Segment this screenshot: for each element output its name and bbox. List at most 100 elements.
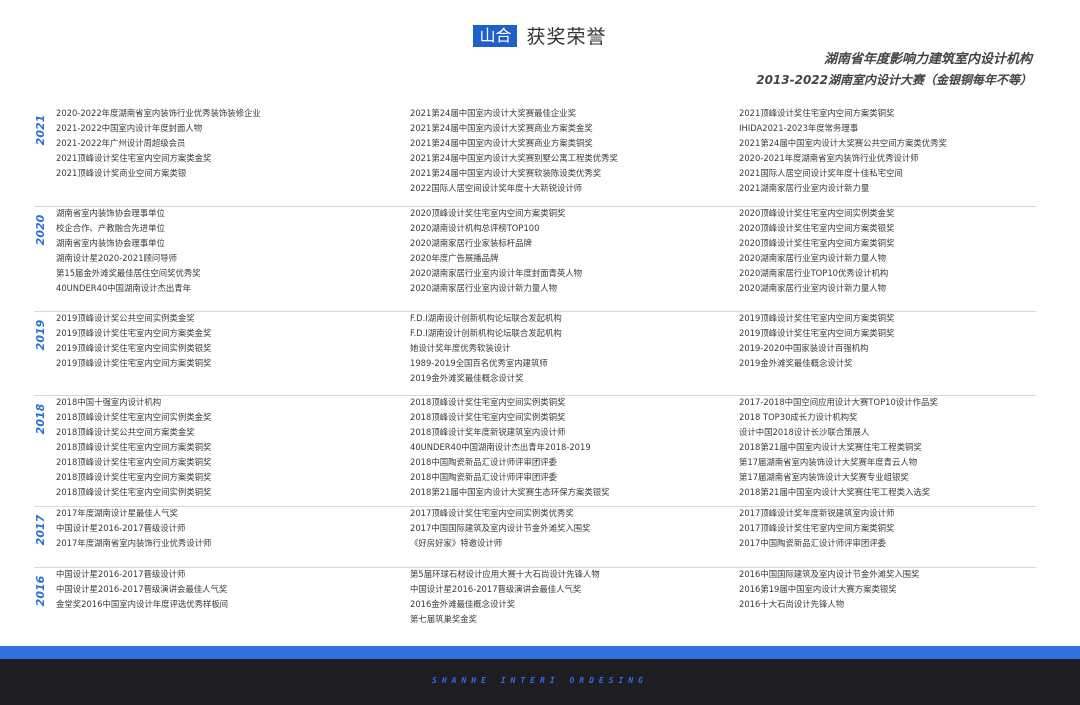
award-item: 2018中国陶瓷新品汇设计师评审团评委 [410,472,557,482]
award-item: 设计中国2018设计长沙联合策展人 [739,427,870,437]
award-column-1: 2019顶峰设计奖公共空间实例类金奖 2019顶峰设计奖住宅室内空间方案类金奖 20… [56,311,396,371]
award-item: 2018顶峰设计奖住宅室内空间方案类铜奖 [56,457,212,467]
award-item: 2022国际人居空间设计奖年度十大新锐设计师 [410,183,583,193]
year-section-2019: 2019 2019顶峰设计奖公共空间实例类金奖 2019顶峰设计奖住宅室内空间方案类… [34,311,1036,396]
award-item: 2017顶峰设计奖住宅室内空间实例类优秀奖 [410,508,574,518]
award-item: 湖南设计星2020-2021顾问导师 [56,253,178,263]
award-item: IHIDA2021-2023年度常务理事 [739,123,859,133]
award-item: 2017中国国际建筑及室内设计节金外滩奖入围奖 [410,523,591,533]
award-item: 2018第21届中国室内设计大奖赛住宅工程类入选奖 [739,487,931,497]
award-column-1: 2020-2022年度湖南省室内装饰行业优秀装饰装修企业 2021-2022中国室… [56,106,396,181]
award-item: 2018第21届中国室内设计大奖赛生态环保方案类银奖 [410,487,610,497]
award-item: 2020顶峰设计奖住宅室内空间方案类铜奖 [739,238,895,248]
award-item: 40UNDER40中国湖南设计杰出青年 [56,283,192,293]
award-item: 2021-2022中国室内设计年度封面人物 [56,123,203,133]
year-section-2021: 2021 2020-2022年度湖南省室内装饰行业优秀装饰装修企业 2021-202… [34,106,1036,207]
award-item: 她设计奖年度优秀软装设计 [410,343,511,353]
award-item: 2019顶峰设计奖公共空间实例类金奖 [56,313,195,323]
award-item: 2017年度湖南设计星最佳人气奖 [56,508,178,518]
subtitle-competition: 2013-2022湖南室内设计大赛（金银铜每年不等） [756,73,1032,87]
award-item: 2021顶峰设计奖商业空间方案类银 [56,168,187,178]
award-item: 2016第19届中国室内设计大赛方案类银奖 [739,584,897,594]
award-item: 2020湖南家居行业室内设计新力量人物 [410,283,557,293]
footer-tagline: SHANHE INTERI ORDESING [432,676,648,685]
award-column-3: 2017-2018中国空间应用设计大赛TOP10设计作品奖 2018 TOP30成… [739,395,1039,500]
award-column-3: 2020顶峰设计奖住宅室内空间实例类金奖 2020顶峰设计奖住宅室内空间方案类银奖… [739,206,1039,296]
award-column-2: F.D.I湖南设计创新机构论坛联合发起机构 F.D.I湖南设计创新机构论坛联合发起… [410,311,710,386]
year-label-text: 2018 [34,403,47,435]
award-item: 2021顶峰设计奖住宅室内空间方案类金奖 [56,153,212,163]
award-item: 2020顶峰设计奖住宅室内空间方案类银奖 [739,223,895,233]
award-item: 2021第24届中国室内设计大奖赛最佳企业奖 [410,108,576,118]
award-item: 第七届筑巢奖金奖 [410,614,477,624]
award-item: 湖南省室内装饰协会理事单位 [56,238,165,248]
award-item: 2017顶峰设计奖年度新锐建筑室内设计师 [739,508,895,518]
award-item: 2020湖南家居行业室内设计新力量人物 [739,283,886,293]
award-item: 1989-2019全国百名优秀室内建筑师 [410,358,548,368]
award-item: 2019顶峰设计奖住宅室内空间方案类金奖 [56,328,212,338]
award-column-2: 第5届环球石材设计应用大赛十大石尚设计先锋人物 中国设计星2016-2017晋级演… [410,567,710,627]
year-label-text: 2019 [34,319,47,351]
year-label: 2021 [34,110,52,150]
award-column-3: 2019顶峰设计奖住宅室内空间方案类铜奖 2019顶峰设计奖住宅室内空间方案类铜奖… [739,311,1039,371]
brand-logo: 山合 [473,24,518,47]
award-item: 校企合作、产教融合先进单位 [56,223,165,233]
award-item: 2019顶峰设计奖住宅室内空间方案类铜奖 [739,313,895,323]
award-item: 第17届湖南省室内装饰设计大奖赛年度青云人物 [739,457,918,467]
award-item: 第5届环球石材设计应用大赛十大石尚设计先锋人物 [410,569,600,579]
award-item: 《好房好家》特邀设计师 [410,538,503,548]
award-item: 中国设计星2016-2017晋级设计师 [56,523,186,533]
award-item: 2020-2022年度湖南省室内装饰行业优秀装饰装修企业 [56,108,261,118]
award-item: 2019金外滩奖最佳概念设计奖 [739,358,853,368]
award-item: 2017中国陶瓷新品汇设计师评审团评委 [739,538,886,548]
award-item: 2021第24届中国室内设计大奖赛商业方案类铜奖 [410,138,593,148]
year-label-text: 2016 [34,575,47,607]
award-item: 2020湖南家居行业家装标杆品牌 [410,238,532,248]
award-item: 2020湖南家居行业TOP10优秀设计机构 [739,268,889,278]
award-item: 金堂奖2016中国室内设计年度评选优秀样板间 [56,599,229,609]
award-item: 2018中国十强室内设计机构 [56,397,162,407]
award-item: 2018顶峰设计奖住宅室内空间方案类铜奖 [56,442,212,452]
award-item: 2020年度广告展播品牌 [410,253,499,263]
award-item: 2021第24届中国室内设计大奖赛别墅公寓工程类优秀奖 [410,153,618,163]
award-item: 2020湖南设计机构总评榜TOP100 [410,223,540,233]
award-item: 40UNDER40中国湖南设计杰出青年2018-2019 [410,442,591,452]
award-item: 2019金外滩奖最佳概念设计奖 [410,373,524,383]
award-item: 2020-2021年度湖南省室内装饰行业优秀设计师 [739,153,919,163]
award-item: 2017顶峰设计奖住宅室内空间方案类铜奖 [739,523,895,533]
footer-accent-bar [0,646,1080,659]
award-column-3: 2021顶峰设计奖住宅室内空间方案类铜奖 IHIDA2021-2023年度常务理事… [739,106,1039,196]
award-item: 2019-2020中国家装设计百强机构 [739,343,869,353]
award-item: 2018顶峰设计奖年度新锐建筑室内设计师 [410,427,566,437]
award-column-1: 2018中国十强室内设计机构 2018顶峰设计奖住宅室内空间实例类金奖 2018顶峰… [56,395,396,500]
award-column-2: 2020顶峰设计奖住宅室内空间方案类铜奖 2020湖南设计机构总评榜TOP100 2… [410,206,710,296]
award-column-1: 2017年度湖南设计星最佳人气奖 中国设计星2016-2017晋级设计师 2017年… [56,506,396,551]
award-item: 中国设计星2016-2017晋级演讲会最佳人气奖 [410,584,582,594]
year-label-text: 2021 [34,114,47,146]
award-item: 2021第24届中国室内设计大奖赛商业方案类金奖 [410,123,593,133]
subtitle-agency: 湖南省年度影响力建筑室内设计机构 [823,52,1032,67]
award-item: 2018顶峰设计奖住宅室内空间实例类铜奖 [410,397,566,407]
year-section-2017: 2017 2017年度湖南设计星最佳人气奖 中国设计星2016-2017晋级设计师 2… [34,506,1036,568]
award-item: 2018顶峰设计奖住宅室内空间实例类金奖 [56,412,212,422]
year-section-2018: 2018 2018中国十强室内设计机构 2018顶峰设计奖住宅室内空间实例类金奖 20… [34,395,1036,507]
year-label-text: 2020 [34,214,47,246]
award-item: F.D.I湖南设计创新机构论坛联合发起机构 [410,313,562,323]
award-item: 2020顶峰设计奖住宅室内空间方案类铜奖 [410,208,566,218]
award-item: 第17届湖南省室内装饰设计大奖赛专业组银奖 [739,472,909,482]
page-title: 获奖荣誉 [526,26,607,48]
award-item: 2016金外滩最佳概念设计奖 [410,599,516,609]
year-section-2020: 2020 湖南省室内装饰协会理事单位 校企合作、产教融合先进单位 湖南省室内装饰协会理… [34,206,1036,312]
award-column-2: 2021第24届中国室内设计大奖赛最佳企业奖 2021第24届中国室内设计大奖赛商… [410,106,710,196]
footer: SHANHE INTERI ORDESING [0,659,1080,705]
award-item: 2017-2018中国空间应用设计大赛TOP10设计作品奖 [739,397,938,407]
award-item: 2021顶峰设计奖住宅室内空间方案类铜奖 [739,108,895,118]
award-item: 2019顶峰设计奖住宅室内空间方案类铜奖 [56,358,212,368]
award-item: 2018顶峰设计奖住宅室内空间实例类铜奖 [410,412,566,422]
award-item: F.D.I湖南设计创新机构论坛联合发起机构 [410,328,562,338]
award-item: 2018顶峰设计奖住宅室内空间实例类铜奖 [56,487,212,497]
award-item: 2018顶峰设计奖公共空间方案类金奖 [56,427,195,437]
award-item: 2021第24届中国室内设计大奖赛软装陈设类优秀奖 [410,168,602,178]
award-item: 2018第21届中国室内设计大奖赛住宅工程类铜奖 [739,442,922,452]
award-item: 2016十大石尚设计先锋人物 [739,599,845,609]
